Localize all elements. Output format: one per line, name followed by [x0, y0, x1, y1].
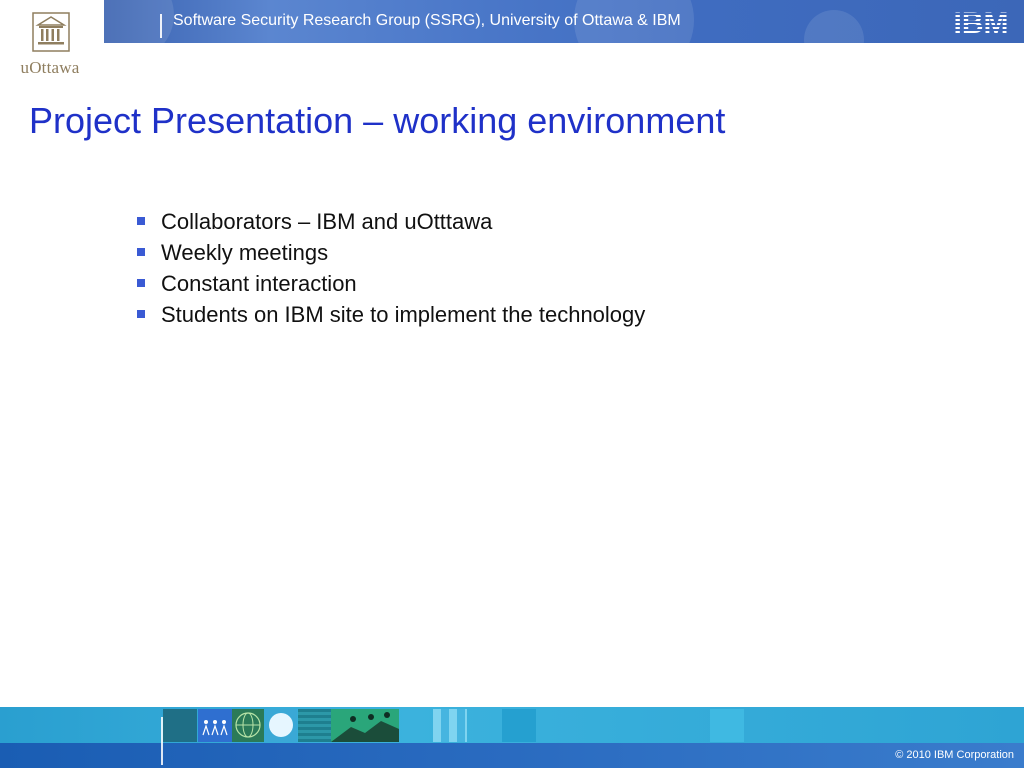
footer-plain-tile — [502, 709, 536, 742]
uottawa-logo: uOttawa — [0, 0, 104, 88]
slide-title: Project Presentation – working environme… — [29, 100, 726, 141]
header-decoration — [804, 10, 864, 43]
ibm-logo: IBM — [954, 7, 1009, 36]
footer-circle-tile — [265, 709, 297, 742]
header-band: Software Security Research Group (SSRG),… — [104, 0, 1024, 43]
climbers-icon — [331, 712, 399, 742]
footer-people-tile — [198, 709, 232, 742]
footer-copyright: © 2010 IBM Corporation — [895, 749, 1014, 761]
footer-globe-tile — [232, 709, 264, 742]
bullet-text: Collaborators – IBM and uOtttawa — [161, 209, 493, 234]
header-decoration — [104, 0, 174, 43]
ibm-logo-text: IBM — [954, 7, 1009, 36]
building-columns-icon — [32, 12, 70, 52]
bullet-item: Constant interaction — [136, 268, 645, 299]
square-bullet-icon — [137, 217, 145, 225]
bullet-text: Constant interaction — [161, 271, 357, 296]
circle-icon — [269, 713, 293, 737]
square-bullet-icon — [137, 248, 145, 256]
footer-mosaic-tile — [433, 709, 467, 742]
bullet-item: Students on IBM site to implement the te… — [136, 299, 645, 330]
bullet-list: Collaborators – IBM and uOtttawa Weekly … — [136, 206, 645, 330]
bullet-item: Weekly meetings — [136, 237, 645, 268]
square-bullet-icon — [137, 279, 145, 287]
header-separator — [160, 14, 162, 38]
square-bullet-icon — [137, 310, 145, 318]
bullet-text: Students on IBM site to implement the te… — [161, 302, 646, 327]
header-title: Software Security Research Group (SSRG),… — [173, 12, 681, 29]
bullet-item: Collaborators – IBM and uOtttawa — [136, 206, 645, 237]
footer-photo-tile — [163, 709, 197, 742]
globe-icon — [235, 712, 261, 738]
footer-climbers-tile — [331, 709, 399, 742]
footer-plain-tile — [710, 709, 744, 742]
bullet-text: Weekly meetings — [161, 240, 329, 265]
footer-bar — [0, 743, 1024, 768]
people-icon — [202, 720, 228, 736]
footer-texture-tile — [298, 709, 331, 742]
slide: uOttawa Software Security Research Group… — [0, 0, 1024, 768]
uottawa-logo-text: uOttawa — [20, 58, 80, 77]
footer-separator — [161, 717, 163, 765]
